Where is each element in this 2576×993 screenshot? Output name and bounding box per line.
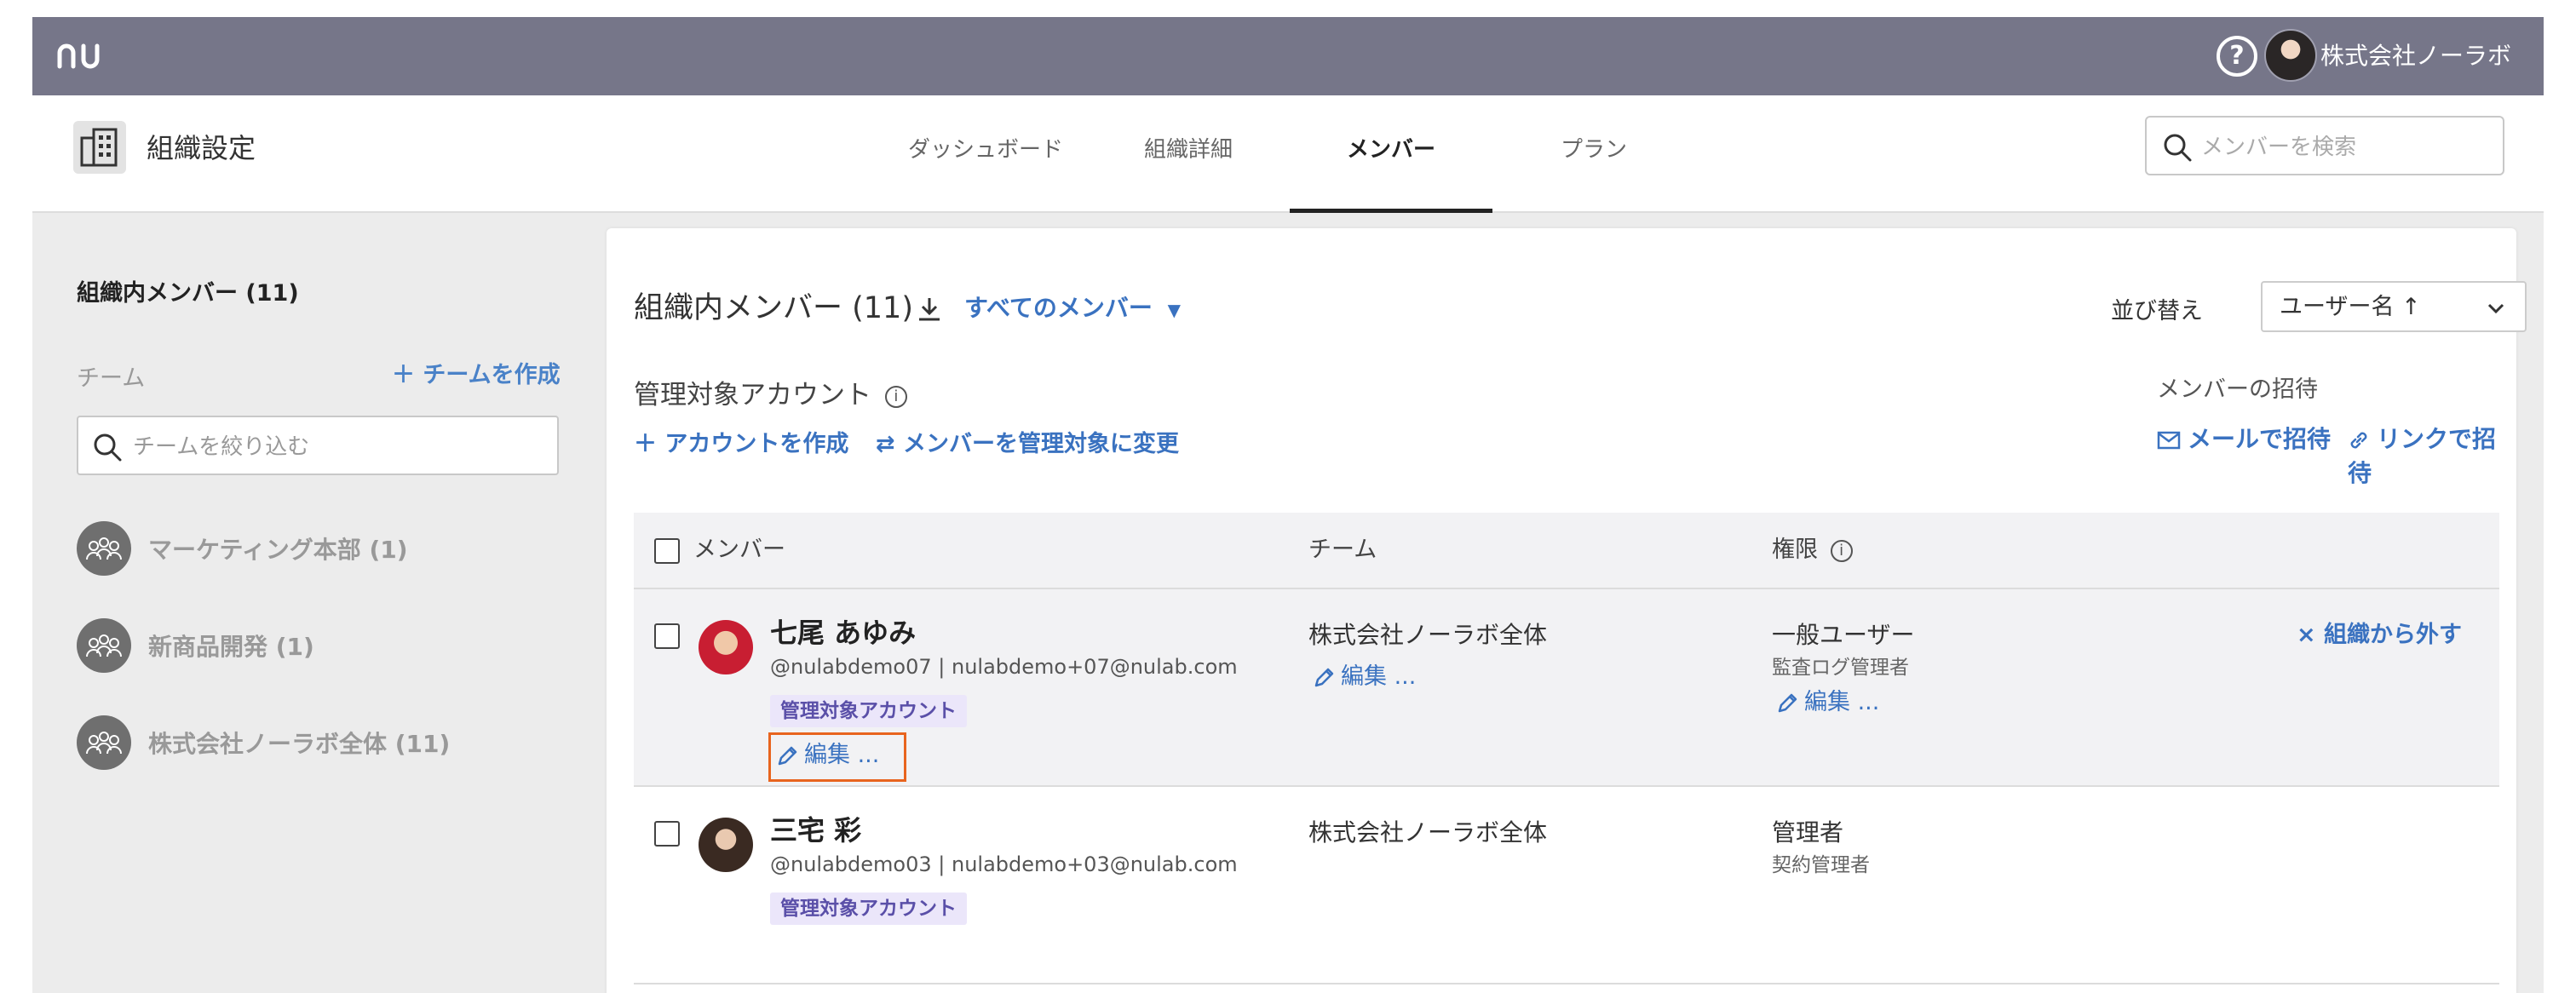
team-edit-label: 編集 ... [1341, 663, 1417, 690]
header-team: チーム [1308, 537, 1377, 563]
download-icon[interactable] [915, 295, 944, 324]
avatar [699, 818, 753, 872]
invite-by-link-button[interactable]: リンクで招待 [2348, 422, 2516, 491]
sidebar-team-marketing[interactable]: マーケティング本部 (1) [77, 521, 408, 576]
help-icon[interactable]: ? [2217, 36, 2257, 77]
invite-by-mail-label: メールで招待 [2188, 425, 2332, 453]
row-checkbox[interactable] [654, 623, 680, 649]
invite-by-link-label: リンクで招待 [2348, 425, 2497, 487]
member-handle: @nulabdemo07 | nulabdemo+07@nulab.com [770, 655, 1238, 679]
member-name[interactable]: 七尾 あゆみ [770, 615, 916, 651]
tab-bar: ダッシュボード 組織詳細 メンバー プラン [884, 95, 1695, 213]
team-people-icon [77, 618, 131, 673]
managed-accounts-text: 管理対象アカウント [634, 380, 871, 410]
info-icon[interactable]: i [884, 385, 907, 408]
top-bar: ? 株式会社ノーラボ [32, 17, 2544, 95]
nulab-logo-icon[interactable] [53, 36, 121, 77]
managed-badge: 管理対象アカウント [770, 893, 967, 925]
select-all-checkbox[interactable] [654, 538, 680, 564]
search-icon [2164, 134, 2192, 162]
pencil-icon [1778, 693, 1797, 712]
user-avatar[interactable] [2264, 29, 2317, 82]
table-header: メンバー チーム 権限 i [634, 513, 2499, 589]
team-filter [77, 416, 559, 475]
header-member: メンバー [693, 537, 785, 563]
sidebar-team-all[interactable]: 株式会社ノーラボ全体 (11) [77, 715, 450, 770]
sidebar-title[interactable]: 組織内メンバー (11) [77, 274, 299, 307]
sidebar-team-label-text: 株式会社ノーラボ全体 (11) [148, 730, 451, 758]
member-search-input[interactable] [2201, 129, 2491, 164]
pencil-icon [1314, 668, 1334, 686]
invite-label: メンバーの招待 [2157, 376, 2318, 403]
team-people-icon [77, 715, 131, 770]
member-role: 管理者 [1772, 818, 1844, 847]
change-managed-button[interactable]: ⇄ メンバーを管理対象に変更 [876, 428, 1179, 462]
tab-plan[interactable]: プラン [1492, 95, 1695, 213]
focus-highlight [768, 732, 906, 782]
member-team: 株式会社ノーラボ全体 [1308, 818, 1548, 847]
member-filter-label: すべてのメンバー [964, 294, 1153, 322]
tab-members[interactable]: メンバー [1290, 95, 1492, 213]
role-edit-button[interactable]: 編集 ... [1775, 686, 1879, 719]
sidebar-team-label-text: マーケティング本部 (1) [148, 536, 408, 564]
members-panel: 組織内メンバー (11) すべてのメンバー ▼ 並び替え ユーザー名 ↑ 管理対… [607, 228, 2527, 993]
sidebar-team-new-product[interactable]: 新商品開発 (1) [77, 618, 314, 673]
member-role-sub: 契約管理者 [1772, 854, 1870, 876]
sort-value: ユーザー名 ↑ [2280, 294, 2421, 320]
sort-label: 並び替え [2111, 298, 2203, 324]
member-search [2145, 116, 2504, 175]
member-filter-dropdown[interactable]: すべてのメンバー ▼ [964, 291, 1181, 327]
invite-by-mail-button[interactable]: メールで招待 [2157, 422, 2331, 456]
member-role: 一般ユーザー [1772, 621, 1915, 649]
tab-org-details[interactable]: 組織詳細 [1087, 95, 1290, 213]
link-icon [2350, 432, 2367, 449]
app-window: ? 株式会社ノーラボ 組織設定 ダッシュボード 組織詳細 メンバー プラン メン… [32, 17, 2544, 993]
member-team: 株式会社ノーラボ全体 [1308, 621, 1548, 649]
member-role-sub: 監査ログ管理者 [1772, 657, 1909, 679]
org-building-icon [73, 121, 126, 174]
team-filter-input[interactable] [133, 429, 542, 463]
header-role: 権限 i [1772, 533, 1853, 567]
row-checkbox[interactable] [654, 821, 680, 847]
table-row: 三宅 彩 @nulabdemo03 | nulabdemo+03@nulab.c… [634, 787, 2499, 984]
create-team-button[interactable]: ＋ チームを作成 [392, 356, 561, 389]
page-title: 組織設定 [147, 132, 256, 164]
members-title: 組織内メンバー (11) [634, 291, 913, 325]
mail-icon [2157, 431, 2181, 450]
search-icon [94, 433, 122, 462]
managed-accounts-label: 管理対象アカウント i [634, 376, 907, 414]
caret-down-icon: ▼ [1167, 300, 1182, 320]
table-row: 七尾 あゆみ @nulabdemo07 | nulabdemo+07@nulab… [634, 589, 2499, 787]
sort-select[interactable]: ユーザー名 ↑ [2261, 281, 2527, 332]
page-header: 組織設定 ダッシュボード 組織詳細 メンバー プラン [32, 95, 2544, 213]
avatar [699, 620, 753, 674]
sidebar-team-label-text: 新商品開発 (1) [148, 633, 314, 661]
managed-badge: 管理対象アカウント [770, 695, 967, 727]
role-edit-label: 編集 ... [1804, 689, 1880, 715]
team-edit-button[interactable]: 編集 ... [1312, 661, 1416, 693]
member-name[interactable]: 三宅 彩 [770, 812, 861, 848]
tab-dashboard[interactable]: ダッシュボード [884, 95, 1087, 213]
header-role-label: 権限 [1772, 537, 1818, 563]
remove-from-org-button[interactable]: × 組織から外す [2297, 618, 2462, 652]
team-people-icon [77, 521, 131, 576]
member-handle: @nulabdemo03 | nulabdemo+03@nulab.com [770, 852, 1238, 876]
sidebar-team-label: チーム [77, 365, 146, 392]
chevron-down-icon [2487, 303, 2504, 314]
info-icon[interactable]: i [1830, 539, 1853, 562]
org-name[interactable]: 株式会社ノーラボ [2320, 39, 2511, 73]
create-account-button[interactable]: ＋ アカウントを作成 [634, 428, 848, 462]
